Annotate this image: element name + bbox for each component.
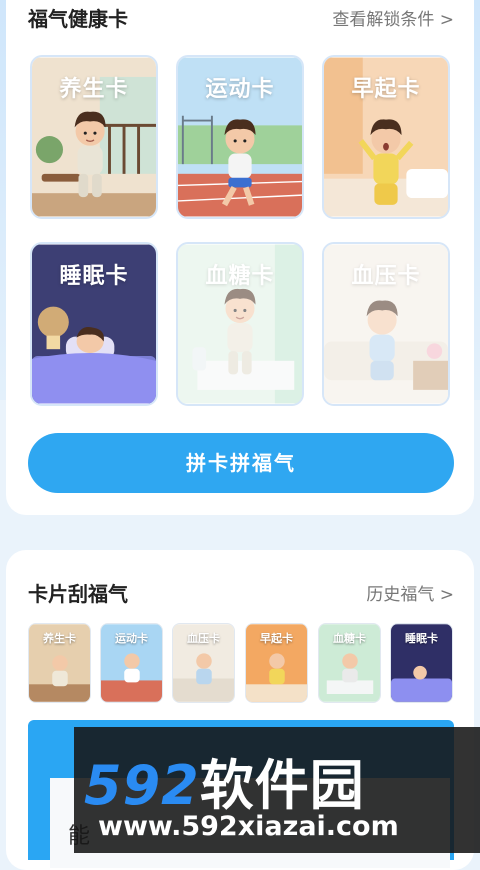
history-link[interactable]: 历史福气 > [366, 580, 454, 605]
card-label: 早起卡 [351, 77, 421, 102]
card-label: 血糖卡 [205, 264, 275, 289]
mini-card-yundong[interactable]: 运动卡 [100, 623, 163, 703]
card-zaoqi[interactable]: 早起卡 [322, 55, 450, 219]
mini-card-xueya[interactable]: 血压卡 [172, 623, 235, 703]
card-label: 血压卡 [351, 264, 421, 289]
mini-card-shuimian[interactable]: 睡眠卡 [390, 623, 453, 703]
mini-card-label: 早起卡 [260, 632, 293, 645]
mini-card-zaoqi[interactable]: 早起卡 [245, 623, 308, 703]
card-label: 养生卡 [59, 77, 129, 102]
card-label: 运动卡 [205, 77, 275, 102]
section-title: 福气健康卡 [28, 7, 128, 31]
combine-cards-button[interactable]: 拼卡拼福气 [28, 433, 454, 493]
watermark-logo: 592软件园 [84, 754, 365, 817]
section-title: 卡片刮福气 [28, 582, 128, 606]
mini-card-yangsheng[interactable]: 养生卡 [28, 623, 91, 703]
mini-card-label: 血压卡 [187, 632, 220, 645]
blood-pressure-icon [324, 244, 448, 404]
card-xueya[interactable]: 血压卡 [322, 242, 450, 406]
glucose-meter-icon [178, 244, 302, 404]
watermark: 592软件园 www.592xiazai.com [74, 727, 480, 853]
mini-card-label: 睡眠卡 [405, 632, 438, 645]
mini-card-xuetang[interactable]: 血糖卡 [318, 623, 381, 703]
card-xuetang[interactable]: 血糖卡 [176, 242, 304, 406]
card-yangsheng[interactable]: 养生卡 [30, 55, 158, 219]
mini-card-label: 养生卡 [43, 632, 76, 645]
watermark-url: www.592xiazai.com [98, 811, 399, 842]
card-label: 睡眠卡 [59, 264, 129, 289]
card-shuimian[interactable]: 睡眠卡 [30, 242, 158, 406]
mini-card-label: 血糖卡 [333, 632, 366, 645]
card-yundong[interactable]: 运动卡 [176, 55, 304, 219]
unlock-conditions-link[interactable]: 查看解锁条件 > [332, 5, 454, 30]
mini-card-label: 运动卡 [115, 632, 148, 645]
